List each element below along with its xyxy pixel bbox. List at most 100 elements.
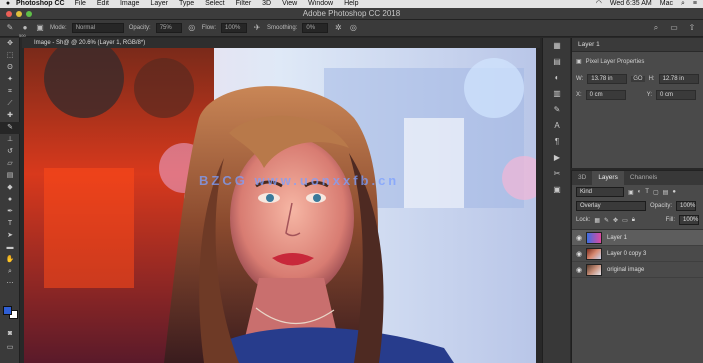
filter-adjustment-icon[interactable]: ◐ [638, 189, 642, 195]
tab-channels[interactable]: Channels [624, 171, 663, 185]
healing-brush-tool-icon[interactable]: ✚ [0, 110, 20, 122]
smoothing-field[interactable]: 0% [302, 23, 329, 33]
lock-position-icon[interactable]: ✥ [613, 217, 618, 224]
airbrush-icon[interactable]: ✈ [252, 23, 262, 33]
screen-mode-icon[interactable]: ▭ [0, 342, 20, 354]
type-tool-icon[interactable]: T [0, 218, 20, 230]
visibility-eye-icon[interactable]: ◉ [572, 250, 586, 258]
eyedropper-tool-icon[interactable]: ⟋ [0, 98, 20, 110]
brush-preset-picker[interactable]: ● 500 [19, 23, 30, 38]
opacity-field[interactable]: 75% [155, 23, 182, 33]
wifi-icon[interactable]: ◠ [596, 0, 602, 8]
menu-window[interactable]: Window [308, 0, 333, 8]
smoothing-settings-icon[interactable]: ✲ [333, 23, 343, 33]
menu-type[interactable]: Type [179, 0, 194, 8]
quick-select-tool-icon[interactable]: ✦ [0, 74, 20, 86]
filter-toggle-icon[interactable]: ● [672, 189, 676, 195]
menu-file[interactable]: File [75, 0, 86, 8]
menu-image[interactable]: Image [120, 0, 139, 8]
lasso-tool-icon[interactable]: ʘ [0, 62, 20, 74]
menu-select[interactable]: Select [205, 0, 224, 8]
swatches-panel-icon[interactable]: ▣ [543, 182, 571, 198]
history-panel-icon[interactable]: ▦ [543, 38, 571, 54]
menu-clock[interactable]: Wed 6:35 AM [610, 0, 652, 8]
menu-layer[interactable]: Layer [150, 0, 168, 8]
shape-tool-icon[interactable]: ▬ [0, 242, 20, 254]
crop-tool-icon[interactable]: ⌗ [0, 86, 20, 98]
search-icon[interactable]: ⌕ [651, 23, 661, 33]
filter-pixel-icon[interactable]: ▣ [628, 189, 634, 196]
image-canvas[interactable]: BZCG www.uonxxfb.cn [24, 48, 536, 363]
filter-smart-object-icon[interactable]: ▤ [663, 189, 669, 196]
menu-3d[interactable]: 3D [262, 0, 271, 8]
layer-row[interactable]: ◉ Layer 0 copy 3 [572, 246, 703, 262]
visibility-eye-icon[interactable]: ◉ [572, 234, 586, 242]
lock-image-icon[interactable]: ✎ [604, 217, 609, 224]
paragraph-panel-icon[interactable]: ¶ [543, 134, 571, 150]
character-panel-icon[interactable]: A [543, 118, 571, 134]
hand-tool-icon[interactable]: ✋ [0, 254, 20, 266]
document-tab[interactable]: Image - Sh@ @ 20.6% (Layer 1, RGB/8*) [22, 38, 540, 48]
filter-type-icon[interactable]: T [645, 189, 649, 195]
libraries-panel-icon[interactable]: ▥ [543, 86, 571, 102]
link-dimensions-button[interactable]: GO [631, 76, 645, 82]
lock-transparent-icon[interactable]: ▦ [594, 217, 600, 224]
history-brush-tool-icon[interactable]: ↺ [0, 146, 20, 158]
list-icon[interactable]: ≡ [693, 0, 697, 8]
spotlight-icon[interactable]: ⌕ [681, 0, 685, 8]
blur-tool-icon[interactable]: ◆ [0, 182, 20, 194]
x-field[interactable]: 0 cm [585, 90, 626, 100]
share-icon[interactable]: ⇧ [687, 23, 697, 33]
gradient-tool-icon[interactable]: ▤ [0, 170, 20, 182]
layer-filter-kind-select[interactable]: Kind [576, 187, 624, 197]
menu-user[interactable]: Mac [660, 0, 673, 8]
clone-stamp-tool-icon[interactable]: ⊥ [0, 134, 20, 146]
tools-preset-panel-icon[interactable]: ✂ [543, 166, 571, 182]
pen-tool-icon[interactable]: ✒ [0, 206, 20, 218]
more-tools-icon[interactable]: ⋯ [0, 278, 20, 290]
actions-panel-icon[interactable]: ▶ [543, 150, 571, 166]
tab-layers[interactable]: Layers [592, 171, 624, 185]
flow-field[interactable]: 100% [221, 23, 248, 33]
width-field[interactable]: 13.78 in [587, 74, 628, 84]
workspace-icon[interactable]: ▭ [669, 23, 679, 33]
mode-select[interactable]: Normal [71, 23, 124, 33]
eraser-tool-icon[interactable]: ▱ [0, 158, 20, 170]
menu-view[interactable]: View [282, 0, 297, 8]
menu-help[interactable]: Help [344, 0, 358, 8]
properties-panel-icon[interactable]: ▤ [543, 54, 571, 70]
brush-tool-icon[interactable]: ✎ [5, 23, 15, 33]
tab-3d[interactable]: 3D [572, 171, 592, 185]
brush-settings-panel-icon[interactable]: ✎ [543, 102, 571, 118]
fill-field[interactable]: 100% [679, 215, 699, 225]
menu-filter[interactable]: Filter [236, 0, 252, 8]
pressure-opacity-icon[interactable]: ◎ [187, 23, 197, 33]
height-field[interactable]: 12.78 in [658, 74, 699, 84]
zoom-tool-icon[interactable]: ⌕ [0, 266, 20, 278]
brush-panel-icon[interactable]: ▣ [35, 23, 45, 33]
lock-all-icon[interactable]: 🔒︎ [632, 217, 635, 224]
y-field[interactable]: 0 cm [656, 90, 697, 100]
layer-opacity-field[interactable]: 100% [676, 201, 697, 211]
pressure-size-icon[interactable]: ◎ [348, 23, 358, 33]
brush-tool-icon-selected[interactable]: ✎ [0, 122, 20, 134]
adjustments-panel-icon[interactable]: ◐ [543, 70, 571, 86]
marquee-tool-icon[interactable]: ⬚ [0, 50, 20, 62]
dodge-tool-icon[interactable]: ● [0, 194, 20, 206]
layer-row[interactable]: ◉ Layer 1 [572, 230, 703, 246]
visibility-eye-icon[interactable]: ◉ [572, 266, 586, 274]
layer-row[interactable]: ◉ original image [572, 262, 703, 278]
pixel-layer-icon: ▣ [576, 59, 582, 65]
blend-mode-select[interactable]: Overlay [576, 201, 646, 211]
lock-artboard-icon[interactable]: ▭ [622, 217, 628, 224]
apple-icon[interactable]: ● [0, 0, 16, 8]
y-label: Y: [646, 92, 653, 98]
foreground-color-swatch[interactable] [3, 306, 12, 315]
properties-tab[interactable]: Layer 1 [572, 38, 703, 52]
menu-app-name[interactable]: Photoshop CC [16, 0, 65, 8]
quick-mask-icon[interactable]: ◙ [0, 328, 20, 340]
menu-edit[interactable]: Edit [97, 0, 109, 8]
path-selection-tool-icon[interactable]: ➤ [0, 230, 20, 242]
filter-shape-icon[interactable]: ▢ [653, 189, 659, 196]
move-tool-icon[interactable]: ✥ [0, 38, 20, 50]
